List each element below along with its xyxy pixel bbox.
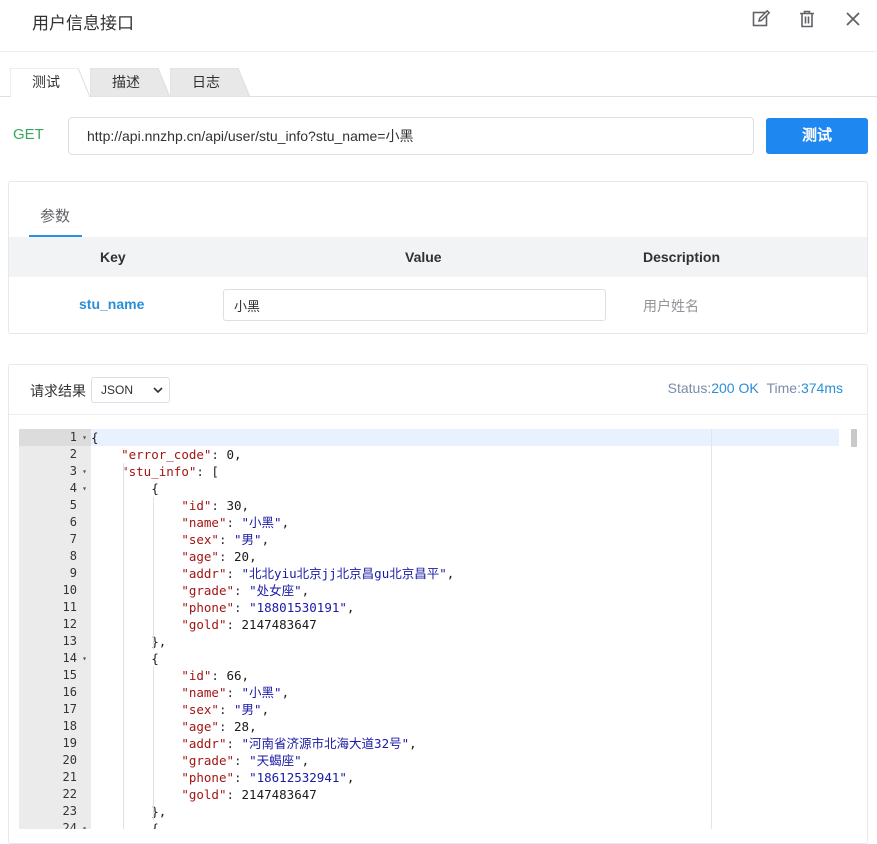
url-input[interactable] (68, 117, 754, 155)
line-number: 6 (69, 515, 77, 529)
tab-test-label: 测试 (32, 74, 60, 90)
code-line: "sex": "男", (181, 532, 270, 547)
indent-guide (153, 667, 155, 820)
tab-description[interactable]: 描述 (90, 68, 172, 97)
param-key: stu_name (79, 296, 145, 312)
tab-test[interactable]: 测试 (10, 68, 92, 97)
code-content[interactable]: { "error_code": 0, "stu_info": [ { "id":… (91, 429, 851, 829)
print-margin (711, 429, 712, 829)
fold-arrow-icon[interactable]: ▾ (82, 429, 87, 446)
params-panel: 参数 Key Value Description stu_name 用户姓名 (8, 181, 868, 334)
tab-log-label: 日志 (192, 74, 220, 90)
line-number: 17 (62, 702, 77, 716)
fold-arrow-icon[interactable]: ▾ (82, 820, 87, 829)
format-select-value: JSON (101, 383, 134, 397)
line-number: 9 (69, 566, 77, 580)
status-label: Status: (667, 380, 712, 396)
line-number: 18 (62, 719, 77, 733)
line-gutter: 1 ▾ 2 3 ▾ 4 ▾ 5 6 7 8 9 10 11 12 13 14 ▾ 15 16 17 18 19 20 21 22 2… (19, 429, 91, 829)
close-icon[interactable] (843, 9, 863, 29)
code-line: "phone": "18801530191", (181, 600, 355, 615)
active-line-highlight (91, 429, 839, 446)
delete-icon[interactable] (797, 9, 817, 29)
params-table-header: Key Value Description (9, 237, 867, 277)
http-method: GET (13, 126, 44, 143)
code-line: "gold": 2147483647 (181, 787, 317, 802)
code-line: }, (91, 804, 167, 819)
line-number: 1 ▾ (19, 429, 91, 446)
line-number: 23 (62, 804, 77, 818)
line-number: 11 (62, 600, 77, 614)
result-panel: 请求结果 JSON Status:200 OK Time:374ms 1 ▾ 2 3 ▾… (8, 364, 868, 844)
code-line: "sex": "男", (181, 702, 270, 717)
result-label: 请求结果 (30, 383, 86, 399)
line-number: 19 (62, 736, 77, 750)
code-line: "age": 28, (181, 719, 257, 734)
code-line: "error_code": 0, (121, 447, 242, 462)
line-number: 8 (69, 549, 77, 563)
code-line: { (91, 481, 159, 496)
time-label: Time: (766, 380, 801, 396)
tab-description-label: 描述 (112, 74, 140, 90)
tab-bar: 测试 描述 日志 (0, 68, 877, 97)
code-editor[interactable]: 1 ▾ 2 3 ▾ 4 ▾ 5 6 7 8 9 10 11 12 13 14 ▾ 15 16 17 18 19 20 21 22 2… (19, 429, 859, 829)
code-line: "age": 20, (181, 549, 257, 564)
response-status: Status:200 OK Time:374ms (668, 380, 843, 396)
fold-arrow-icon[interactable]: ▾ (82, 650, 87, 667)
fold-arrow-icon[interactable]: ▾ (82, 463, 87, 480)
code-line: "id": 30, (181, 498, 250, 513)
code-line: "stu_info": [ (121, 464, 219, 479)
code-line: "addr": "河南省济源市北海大道32号", (181, 736, 417, 751)
line-number: 20 (62, 753, 77, 767)
chevron-down-icon (153, 387, 163, 394)
line-number: 5 (69, 498, 77, 512)
line-number: 21 (62, 770, 77, 784)
params-tab[interactable]: 参数 (40, 205, 70, 226)
line-number: 10 (62, 583, 77, 597)
code-line: "name": "小黑", (181, 515, 290, 530)
status-value: 200 OK (711, 380, 759, 396)
line-number: 4 ▾ (69, 480, 87, 497)
code-line: "phone": "18612532941", (181, 770, 355, 785)
test-button[interactable]: 测试 (766, 118, 868, 154)
format-select[interactable]: JSON (91, 377, 170, 403)
column-description: Description (643, 249, 721, 265)
line-number: 16 (62, 685, 77, 699)
code-line: }, (91, 634, 167, 649)
code-line: "name": "小黑", (181, 685, 290, 700)
scrollbar[interactable] (851, 429, 857, 447)
param-description: 用户姓名 (643, 298, 699, 314)
dialog-title: 用户信息接口 (32, 14, 134, 33)
result-header: 请求结果 JSON Status:200 OK Time:374ms (9, 365, 867, 415)
code-line: "addr": "北北yiu北京jj北京昌gu北京昌平", (181, 566, 455, 581)
tab-log[interactable]: 日志 (170, 68, 252, 97)
indent-guide (123, 463, 125, 829)
code-line: { (91, 821, 159, 829)
line-number: 14 ▾ (62, 650, 87, 667)
line-number: 24 ▾ (19, 820, 91, 829)
line-number: 3 ▾ (69, 463, 87, 480)
fold-arrow-icon[interactable]: ▾ (82, 480, 87, 497)
edit-icon[interactable] (751, 9, 771, 29)
time-value: 374ms (800, 380, 843, 396)
code-line: { (91, 430, 99, 445)
dialog-header: 用户信息接口 (0, 0, 877, 52)
indent-guide (153, 497, 155, 650)
line-number: 7 (69, 532, 77, 546)
column-value: Value (405, 249, 442, 265)
line-number: 12 (62, 617, 77, 631)
line-number: 2 (69, 447, 77, 461)
code-line: "id": 66, (181, 668, 250, 683)
code-line: { (91, 651, 159, 666)
code-line: "gold": 2147483647 (181, 617, 317, 632)
param-value-input[interactable] (223, 289, 606, 321)
line-number: 22 (62, 787, 77, 801)
line-number: 13 (62, 634, 77, 648)
column-key: Key (100, 249, 126, 265)
line-number: 15 (62, 668, 77, 682)
